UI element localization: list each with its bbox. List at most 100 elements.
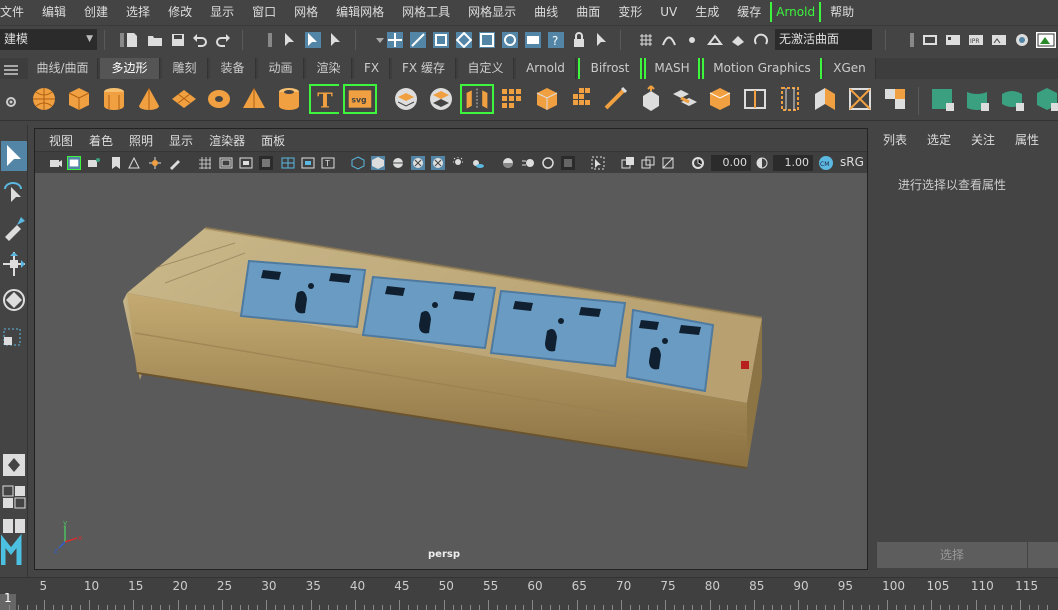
xray-icon[interactable] xyxy=(621,156,635,170)
lasso-tool-icon[interactable] xyxy=(1,177,27,207)
menu-select[interactable]: 选择 xyxy=(117,0,159,24)
select-button[interactable]: 选择 xyxy=(877,542,1027,568)
select-render-icon[interactable] xyxy=(525,32,541,48)
shelf-tab-polygons[interactable]: 多边形 xyxy=(100,58,160,79)
screen-space-ao-icon[interactable] xyxy=(501,156,515,170)
3d-viewport[interactable]: y x z persp xyxy=(35,173,867,569)
wireframe-icon[interactable] xyxy=(351,156,365,170)
menu-cache[interactable]: 缓存 xyxy=(728,0,770,24)
panel-menu-show[interactable]: 显示 xyxy=(161,132,201,149)
snap-point-icon[interactable] xyxy=(684,32,700,48)
shelf-tab-arnold[interactable]: Arnold xyxy=(516,58,576,79)
shelf-tab-custom[interactable]: 自定义 xyxy=(458,58,514,79)
shelf-tab-fx-caching[interactable]: FX 缓存 xyxy=(392,58,456,79)
snap-grid-icon[interactable] xyxy=(638,32,654,48)
fill-hole-icon[interactable] xyxy=(846,84,874,114)
attr-tab-attributes[interactable]: 属性 xyxy=(1005,131,1049,148)
undo-icon[interactable] xyxy=(192,32,208,48)
insert-edge-loop-icon[interactable] xyxy=(741,84,769,114)
menu-edit[interactable]: 编辑 xyxy=(33,0,75,24)
menu-mesh-tools[interactable]: 网格工具 xyxy=(393,0,459,24)
rotate-tool-icon[interactable] xyxy=(1,285,27,315)
load-attributes-button[interactable] xyxy=(1028,542,1058,568)
render-settings-icon[interactable] xyxy=(922,32,938,48)
make-live-icon[interactable] xyxy=(753,32,769,48)
textured-icon[interactable] xyxy=(411,156,425,170)
smooth-shade-icon[interactable] xyxy=(371,156,385,170)
gamma-icon[interactable] xyxy=(755,156,769,170)
power-strip-model[interactable] xyxy=(35,173,867,569)
snap-surface-icon[interactable] xyxy=(730,32,746,48)
poly-pipe-icon[interactable] xyxy=(275,84,303,114)
panel-menu-panels[interactable]: 面板 xyxy=(253,132,293,149)
grease-pencil-icon[interactable] xyxy=(168,156,182,170)
shelf-tab-rigging[interactable]: 装备 xyxy=(210,58,256,79)
menu-mesh[interactable]: 网格 xyxy=(285,0,327,24)
menu-generate[interactable]: 生成 xyxy=(686,0,728,24)
attr-tab-selected[interactable]: 选定 xyxy=(917,131,961,148)
live-surface-field[interactable]: 无激活曲面 xyxy=(775,29,872,50)
snap-curve-icon[interactable] xyxy=(661,32,677,48)
panel-menu-shading[interactable]: 着色 xyxy=(81,132,121,149)
select-component-icon[interactable] xyxy=(328,32,344,48)
poly-pyramid-icon[interactable] xyxy=(240,84,268,114)
menu-arnold[interactable]: Arnold xyxy=(770,2,822,22)
multi-cut-icon[interactable] xyxy=(602,84,630,114)
menu-modify[interactable]: 修改 xyxy=(159,0,201,24)
append-polygon-icon[interactable] xyxy=(811,84,839,114)
shelf-tab-xgen[interactable]: XGen xyxy=(824,58,876,79)
shelf-tab-fx[interactable]: FX xyxy=(354,58,390,79)
merge-icon[interactable] xyxy=(881,84,909,114)
wireframe-on-shaded-icon[interactable] xyxy=(391,156,405,170)
safe-title-icon[interactable]: T xyxy=(321,156,335,170)
shadows-icon[interactable] xyxy=(471,156,485,170)
gamma-field[interactable]: 1.00 xyxy=(773,155,813,171)
xray-joints-icon[interactable] xyxy=(641,156,655,170)
menu-edit-mesh[interactable]: 编辑网格 xyxy=(327,0,393,24)
highlight-selection-icon[interactable] xyxy=(594,32,610,48)
exposure-icon[interactable] xyxy=(691,156,705,170)
menu-deform[interactable]: 变形 xyxy=(609,0,651,24)
grid-icon[interactable] xyxy=(198,156,212,170)
poly-cube-icon[interactable] xyxy=(65,84,93,114)
xray-components-icon[interactable] xyxy=(661,156,675,170)
two-d-pan-icon[interactable] xyxy=(148,156,162,170)
extrude-icon[interactable] xyxy=(637,84,665,114)
menu-surfaces[interactable]: 曲面 xyxy=(567,0,609,24)
shelf-tab-animation[interactable]: 动画 xyxy=(258,58,304,79)
gate-mask-icon[interactable] xyxy=(259,156,273,170)
new-scene-icon[interactable] xyxy=(124,32,140,48)
select-hierarchy-icon[interactable] xyxy=(282,32,298,48)
combine-icon[interactable] xyxy=(392,84,420,114)
color-management-icon[interactable]: CM xyxy=(819,156,833,170)
collapse-handle-icon[interactable] xyxy=(262,32,278,48)
exposure-field[interactable]: 0.00 xyxy=(711,155,751,171)
shelf-tab-motion-graphics[interactable]: Motion Graphics xyxy=(702,58,822,79)
snap-view-plane-icon[interactable] xyxy=(707,32,723,48)
menu-curves[interactable]: 曲线 xyxy=(525,0,567,24)
poly-sphere-icon[interactable] xyxy=(30,84,58,114)
resolution-gate-icon[interactable] xyxy=(239,156,253,170)
mirror-icon[interactable] xyxy=(460,84,494,114)
camera-attributes-icon[interactable] xyxy=(67,156,81,170)
poly-plane-icon[interactable] xyxy=(170,84,198,114)
separate-icon[interactable] xyxy=(427,84,455,114)
attr-tab-focus[interactable]: 关注 xyxy=(961,131,1005,148)
menu-icon[interactable] xyxy=(4,65,18,75)
uv-automatic-icon[interactable] xyxy=(1033,84,1058,114)
poly-cylinder-icon[interactable] xyxy=(100,84,128,114)
move-tool-icon[interactable] xyxy=(1,249,27,279)
image-plane-icon[interactable] xyxy=(127,156,141,170)
render-view-icon[interactable] xyxy=(991,32,1007,48)
menu-uv[interactable]: UV xyxy=(651,0,686,24)
paint-select-tool-icon[interactable] xyxy=(1,213,27,243)
select-joint-icon[interactable] xyxy=(502,32,518,48)
scale-tool-icon[interactable] xyxy=(1,321,27,351)
smooth-icon[interactable] xyxy=(498,84,526,114)
select-by-object-icon[interactable] xyxy=(479,32,495,48)
chevron-down-icon[interactable] xyxy=(372,32,388,48)
attr-tab-show[interactable]: 显示 xyxy=(1049,131,1058,148)
uv-planar-icon[interactable] xyxy=(928,84,956,114)
poly-cone-icon[interactable] xyxy=(135,84,163,114)
safe-action-icon[interactable] xyxy=(301,156,315,170)
